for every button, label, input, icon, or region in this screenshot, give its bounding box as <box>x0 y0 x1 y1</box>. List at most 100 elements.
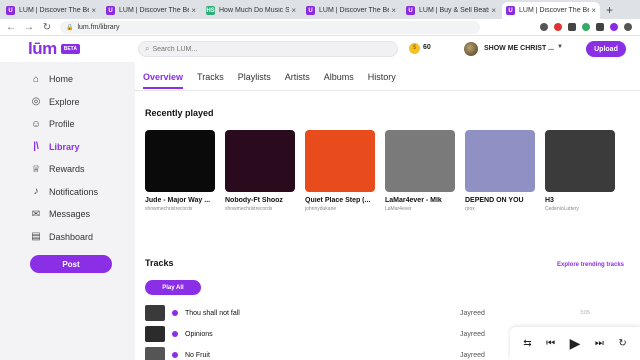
track-name[interactable]: No Fruit <box>185 352 415 359</box>
card-title[interactable]: H3 <box>545 197 615 204</box>
track-thumbnail[interactable] <box>145 305 165 321</box>
card-artist[interactable]: johnnydukane <box>305 206 375 212</box>
extension-icon[interactable] <box>596 23 604 31</box>
track-name[interactable]: Opinions <box>185 331 415 338</box>
track-row[interactable]: Thou shall not fall Jayreed 3:05 <box>145 303 625 323</box>
play-icon[interactable]: ▶ <box>570 335 581 352</box>
sidebar-item-label: Library <box>49 141 80 152</box>
sidebar: ⌂ Home ◎ Explore ☺ Profile |\ Library ♕ Rewards ♪ N… <box>0 62 128 360</box>
close-icon[interactable]: × <box>91 6 96 15</box>
recent-card[interactable]: Quiet Place Step (... johnnydukane <box>305 130 375 212</box>
track-name[interactable]: Thou shall not fall <box>185 310 415 317</box>
recent-card[interactable]: DEPEND ON YOU rjrox <box>465 130 535 212</box>
tab-overview[interactable]: Overview <box>143 72 184 89</box>
browser-tab[interactable]: U LŪM | Discover The Be × <box>2 2 100 19</box>
cover-art[interactable] <box>545 130 615 192</box>
post-button[interactable]: Post <box>30 255 112 273</box>
track-dot <box>172 331 178 337</box>
sidebar-item-library[interactable]: |\ Library <box>0 136 128 159</box>
username[interactable]: SHOW ME CHRIST ... <box>484 45 554 52</box>
card-title[interactable]: Quiet Place Step (... <box>305 197 375 204</box>
browser-tab[interactable]: U LŪM | Buy & Sell Beats × <box>402 2 500 19</box>
player-bar: ⇆ ⏮ ▶ ⏭ ↻ <box>510 327 640 360</box>
close-icon[interactable]: × <box>191 6 196 15</box>
star-icon[interactable] <box>540 23 548 31</box>
next-icon[interactable]: ⏭ <box>595 338 604 349</box>
recent-card[interactable]: Jude - Major Way ... showmechristrecords <box>145 130 215 212</box>
search-input[interactable] <box>152 45 373 53</box>
card-title[interactable]: Jude - Major Way ... <box>145 197 215 204</box>
tab-playlists[interactable]: Playlists <box>238 72 271 89</box>
previous-icon[interactable]: ⏮ <box>546 338 555 349</box>
extension-icon[interactable] <box>568 23 576 31</box>
recent-card[interactable]: H3 CedenioLuttery <box>545 130 615 212</box>
explore-trending-link[interactable]: Explore trending tracks <box>557 262 624 268</box>
recently-played-title: Recently played <box>145 108 214 118</box>
sidebar-item-rewards[interactable]: ♕ Rewards <box>0 158 128 181</box>
recent-card[interactable]: LaMar4ever - Mlk LaMar4ever <box>385 130 455 212</box>
tab-tracks[interactable]: Tracks <box>197 72 224 89</box>
favicon-icon: U <box>6 6 15 15</box>
card-title[interactable]: DEPEND ON YOU <box>465 197 535 204</box>
cover-art[interactable] <box>225 130 295 192</box>
shuffle-icon[interactable]: ⇆ <box>523 338 531 349</box>
beta-badge: BETA <box>60 44 80 54</box>
close-icon[interactable]: × <box>391 6 396 15</box>
card-artist[interactable]: LaMar4ever <box>385 206 455 212</box>
forward-arrow-icon[interactable]: → <box>22 22 36 33</box>
reload-icon[interactable]: ↻ <box>40 22 54 33</box>
profile-icon[interactable] <box>624 23 632 31</box>
track-thumbnail[interactable] <box>145 326 165 342</box>
browser-tab[interactable]: U LŪM | Discover The Be × <box>302 2 400 19</box>
tab-artists[interactable]: Artists <box>285 72 310 89</box>
cover-art[interactable] <box>145 130 215 192</box>
card-artist[interactable]: rjrox <box>465 206 535 212</box>
extension-icon[interactable] <box>610 23 618 31</box>
sidebar-item-home[interactable]: ⌂ Home <box>0 68 128 91</box>
card-artist[interactable]: showmechristrecords <box>145 206 215 212</box>
tab-history[interactable]: History <box>368 72 396 89</box>
favicon-icon: U <box>306 6 315 15</box>
browser-tab[interactable]: U LŪM | Discover The Be × <box>102 2 200 19</box>
tab-albums[interactable]: Albums <box>324 72 354 89</box>
sidebar-item-notifications[interactable]: ♪ Notifications <box>0 181 128 204</box>
track-artist[interactable]: Jayreed <box>460 310 580 317</box>
bell-icon: ♪ <box>33 186 39 198</box>
extension-icon[interactable] <box>554 23 562 31</box>
repeat-icon[interactable]: ↻ <box>618 338 626 349</box>
browser-tab-title: LŪM | Discover The Be <box>319 7 390 14</box>
close-icon[interactable]: × <box>591 6 596 15</box>
address-bar[interactable]: 🔒 lum.fm/library <box>60 20 480 34</box>
play-all-button[interactable]: Play All <box>145 280 201 295</box>
card-artist[interactable]: CedenioLuttery <box>545 206 615 212</box>
sidebar-item-label: Explore <box>49 96 80 107</box>
avatar[interactable] <box>464 42 478 56</box>
sidebar-item-explore[interactable]: ◎ Explore <box>0 91 128 114</box>
cover-art[interactable] <box>385 130 455 192</box>
extension-icon[interactable] <box>582 23 590 31</box>
upload-button[interactable]: Upload <box>586 41 626 57</box>
app-header: lūm BETA ⌕ $ 60 SHOW ME CHRIST ... ▼ Upl… <box>0 36 640 62</box>
sidebar-item-profile[interactable]: ☺ Profile <box>0 113 128 136</box>
home-icon: ⌂ <box>32 73 40 85</box>
back-arrow-icon[interactable]: ← <box>4 22 18 33</box>
track-thumbnail[interactable] <box>145 347 165 360</box>
lum-logo[interactable]: lūm <box>28 39 57 59</box>
recent-card[interactable]: Nobody-Ft Shooz showmechristrecords <box>225 130 295 212</box>
browser-tab[interactable]: U LŪM | Discover The Be × <box>502 2 600 19</box>
card-title[interactable]: LaMar4ever - Mlk <box>385 197 455 204</box>
cover-art[interactable] <box>465 130 535 192</box>
close-icon[interactable]: × <box>491 6 496 15</box>
search-box[interactable]: ⌕ <box>138 41 398 57</box>
cover-art[interactable] <box>305 130 375 192</box>
sidebar-item-messages[interactable]: ✉ Messages <box>0 203 128 226</box>
sidebar-item-dashboard[interactable]: ▤ Dashboard <box>0 226 128 249</box>
browser-tab-title: How Much Do Music St <box>219 7 290 14</box>
chevron-down-icon[interactable]: ▼ <box>557 44 563 50</box>
card-artist[interactable]: showmechristrecords <box>225 206 295 212</box>
close-icon[interactable]: × <box>291 6 296 15</box>
library-main: Overview Tracks Playlists Artists Albums Hist… <box>135 62 640 360</box>
new-tab-icon[interactable]: + <box>606 2 613 19</box>
card-title[interactable]: Nobody-Ft Shooz <box>225 197 295 204</box>
browser-tab[interactable]: HS How Much Do Music St × <box>202 2 300 19</box>
